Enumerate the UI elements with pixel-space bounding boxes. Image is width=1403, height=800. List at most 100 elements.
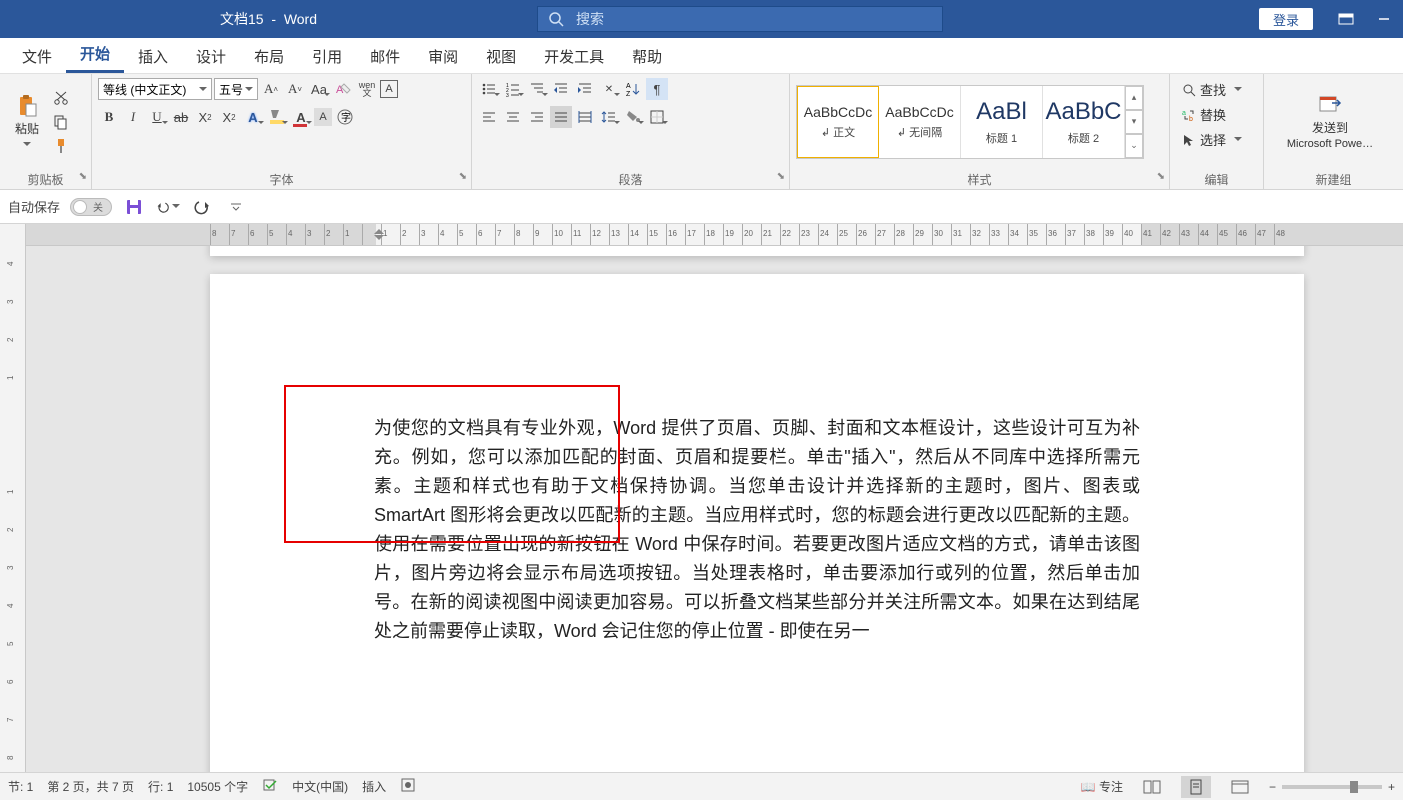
show-marks-button[interactable]: ¶	[646, 78, 668, 100]
bullets-button[interactable]	[478, 78, 500, 100]
phonetic-guide-button[interactable]: wen文	[356, 78, 378, 100]
select-button[interactable]: 选择	[1176, 128, 1248, 151]
tab-file[interactable]: 文件	[8, 38, 66, 73]
line-spacing-button[interactable]	[598, 106, 620, 128]
tab-review[interactable]: 审阅	[414, 38, 472, 73]
underline-button[interactable]: U	[146, 106, 168, 128]
tab-mail[interactable]: 邮件	[356, 38, 414, 73]
style-gallery[interactable]: AaBbCcDc↲ 正文 AaBbCcDc↲ 无间隔 AaBl标题 1 AaBb…	[796, 85, 1144, 159]
status-spellcheck-icon[interactable]	[262, 777, 278, 796]
tab-design[interactable]: 设计	[182, 38, 240, 73]
page-1-bottom	[210, 246, 1304, 256]
horizontal-ruler[interactable]: 8765432112345678910111213141516171819202…	[26, 224, 1403, 246]
superscript-button[interactable]: X2	[218, 106, 240, 128]
shrink-font-button[interactable]: A˅	[284, 78, 306, 100]
search-box[interactable]: 搜索	[537, 6, 943, 32]
clear-format-button[interactable]: A	[332, 78, 354, 100]
tab-insert[interactable]: 插入	[124, 38, 182, 73]
paste-button[interactable]: 粘贴	[6, 90, 48, 154]
view-print-layout[interactable]	[1181, 776, 1211, 798]
group-editing: 查找 ab替换 选择 编辑	[1170, 74, 1264, 189]
qat-customize-button[interactable]	[224, 195, 248, 219]
enclose-character-button[interactable]: 字	[334, 106, 356, 128]
copy-button[interactable]	[50, 111, 72, 133]
font-name-combo[interactable]: 等线 (中文正文)	[98, 78, 212, 100]
character-shading-button[interactable]: A	[314, 108, 332, 126]
tab-references[interactable]: 引用	[298, 38, 356, 73]
paragraph-launcher[interactable]: ⬊	[777, 171, 785, 182]
group-newgroup-label: 新建组	[1315, 171, 1351, 188]
view-web-layout[interactable]	[1225, 776, 1255, 798]
borders-button[interactable]	[646, 106, 668, 128]
status-word-count[interactable]: 10505 个字	[187, 778, 248, 795]
replace-button[interactable]: ab替换	[1176, 103, 1232, 126]
styles-launcher[interactable]: ⬊	[1157, 171, 1165, 182]
view-read-mode[interactable]	[1137, 776, 1167, 798]
style-nospacing[interactable]: AaBbCcDc↲ 无间隔	[879, 86, 961, 158]
tab-developer[interactable]: 开发工具	[530, 38, 618, 73]
ribbon-display-options-button[interactable]	[1327, 0, 1365, 38]
status-macro-icon[interactable]	[400, 777, 416, 796]
justify-button[interactable]	[550, 106, 572, 128]
style-heading2[interactable]: AaBbC标题 2	[1043, 86, 1125, 158]
sort-button[interactable]: AZ	[622, 78, 644, 100]
bold-button[interactable]: B	[98, 106, 120, 128]
login-button[interactable]: 登录	[1259, 8, 1313, 30]
increase-indent-button[interactable]	[574, 78, 596, 100]
save-icon	[125, 198, 143, 216]
font-size-combo[interactable]: 五号	[214, 78, 258, 100]
multilevel-list-button[interactable]	[526, 78, 548, 100]
autosave-toggle[interactable]: 关	[70, 198, 112, 216]
numbering-button[interactable]: 123	[502, 78, 524, 100]
format-painter-button[interactable]	[50, 135, 72, 157]
style-normal[interactable]: AaBbCcDc↲ 正文	[797, 86, 879, 158]
zoom-control[interactable]: − +	[1269, 780, 1395, 794]
text-effects-button[interactable]: A	[242, 106, 264, 128]
first-line-indent-marker[interactable]	[374, 224, 384, 234]
hanging-indent-marker[interactable]	[374, 235, 384, 245]
tab-view[interactable]: 视图	[472, 38, 530, 73]
save-button[interactable]	[122, 195, 146, 219]
tab-help[interactable]: 帮助	[618, 38, 676, 73]
redo-button[interactable]	[190, 195, 214, 219]
outdent-icon	[553, 81, 569, 97]
status-line[interactable]: 行: 1	[148, 778, 173, 795]
style-heading1[interactable]: AaBl标题 1	[961, 86, 1043, 158]
cut-button[interactable]	[50, 87, 72, 109]
strikethrough-button[interactable]: ab	[170, 106, 192, 128]
align-center-button[interactable]	[502, 106, 524, 128]
status-page[interactable]: 第 2 页，共 7 页	[47, 778, 134, 795]
find-button[interactable]: 查找	[1176, 78, 1248, 101]
asian-layout-button[interactable]: ✕	[598, 78, 620, 100]
highlight-button[interactable]	[266, 106, 288, 128]
tab-layout[interactable]: 布局	[240, 38, 298, 73]
shading-button[interactable]	[622, 106, 644, 128]
undo-button[interactable]	[156, 195, 180, 219]
decrease-indent-button[interactable]	[550, 78, 572, 100]
status-focus[interactable]: 📖 专注	[1081, 778, 1123, 795]
font-launcher[interactable]: ⬊	[459, 171, 467, 182]
distributed-button[interactable]	[574, 106, 596, 128]
align-left-button[interactable]	[478, 106, 500, 128]
status-language[interactable]: 中文(中国)	[292, 778, 348, 795]
subscript-button[interactable]: X2	[194, 106, 216, 128]
italic-button[interactable]: I	[122, 106, 144, 128]
style-scroll[interactable]: ▴▾⌄	[1125, 86, 1143, 158]
zoom-out-button[interactable]: −	[1269, 780, 1276, 794]
document-area[interactable]: 为使您的文档具有专业外观，Word 提供了页眉、页脚、封面和文本框设计，这些设计…	[26, 246, 1403, 772]
status-insert-mode[interactable]: 插入	[362, 778, 386, 795]
minimize-button[interactable]	[1365, 0, 1403, 38]
character-border-button[interactable]: A	[380, 80, 398, 98]
tab-home[interactable]: 开始	[66, 35, 124, 73]
status-section[interactable]: 节: 1	[8, 778, 33, 795]
font-color-button[interactable]: A	[290, 106, 312, 128]
zoom-slider[interactable]	[1282, 785, 1382, 789]
change-case-button[interactable]: Aa	[308, 78, 330, 100]
align-right-button[interactable]	[526, 106, 548, 128]
vertical-ruler[interactable]: 432112345678	[0, 224, 26, 772]
clipboard-launcher[interactable]: ⬊	[79, 171, 87, 182]
send-to-powerpoint-button[interactable]: 发送到 Microsoft Powe…	[1270, 89, 1390, 154]
svg-text:字: 字	[341, 111, 351, 124]
grow-font-button[interactable]: A˄	[260, 78, 282, 100]
zoom-in-button[interactable]: +	[1388, 780, 1395, 794]
